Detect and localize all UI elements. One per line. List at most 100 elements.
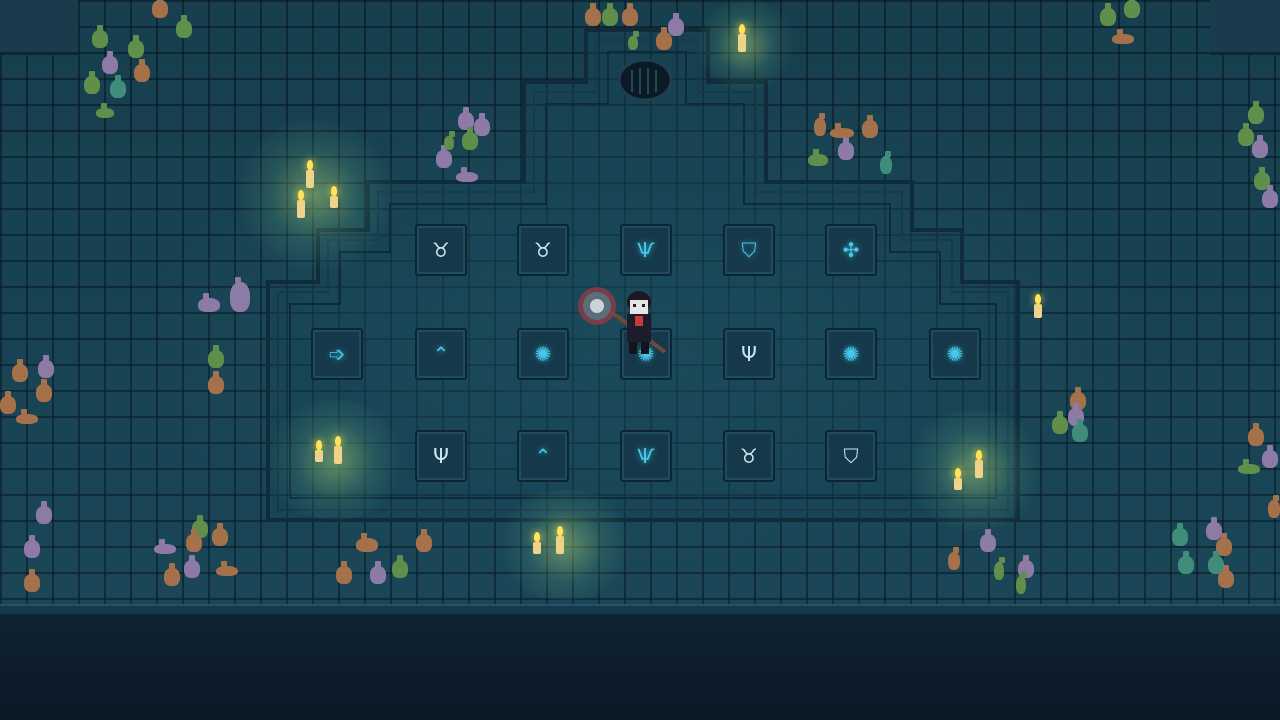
pot-icon[interactable] — [1124, 0, 1140, 18]
pot-icon[interactable] — [656, 27, 672, 50]
vampire-hero-icon[interactable] — [575, 282, 670, 362]
rune-tile[interactable]: ♉ — [415, 224, 467, 276]
trident-rune-icon: Ψ — [433, 444, 449, 468]
pot-icon[interactable] — [24, 535, 40, 558]
ox-skull-rune-icon: ♉ — [740, 444, 758, 468]
pot-icon[interactable] — [1268, 495, 1280, 518]
pot-icon[interactable] — [38, 355, 54, 378]
pot-icon[interactable] — [628, 31, 639, 50]
pot-icon[interactable] — [134, 59, 150, 82]
pot-icon[interactable] — [808, 149, 828, 166]
pot-icon[interactable] — [154, 539, 176, 554]
pot-icon[interactable] — [1248, 101, 1264, 124]
pot-icon[interactable] — [1072, 419, 1088, 442]
rune-tile[interactable]: ✺ — [929, 328, 981, 380]
pot-icon[interactable] — [1112, 29, 1134, 44]
rune-tile[interactable]: Ψ — [415, 430, 467, 482]
rune-tile[interactable]: ♉ — [723, 430, 775, 482]
sun-rune-icon: ✺ — [534, 342, 552, 366]
pot-icon[interactable] — [814, 113, 826, 136]
pot-icon[interactable] — [1016, 571, 1027, 594]
pot-icon[interactable] — [668, 13, 684, 36]
pot-icon[interactable] — [356, 533, 378, 552]
rune-tile[interactable]: ➩ — [311, 328, 363, 380]
pot-icon[interactable] — [436, 145, 452, 168]
pot-icon[interactable] — [184, 555, 200, 578]
pot-icon[interactable] — [1252, 135, 1268, 158]
pot-icon[interactable] — [12, 359, 28, 382]
rune-tile[interactable]: Ψ — [723, 328, 775, 380]
pot-icon[interactable] — [0, 391, 16, 414]
rune-tile[interactable]: ⌃ — [415, 328, 467, 380]
pot-icon[interactable] — [1100, 3, 1116, 26]
pot-icon[interactable] — [336, 561, 352, 584]
pot-icon[interactable] — [92, 25, 108, 48]
candle-icon — [556, 526, 564, 554]
pot-icon[interactable] — [176, 15, 192, 38]
pot-icon[interactable] — [230, 277, 250, 312]
pot-icon[interactable] — [880, 151, 892, 174]
pot-icon[interactable] — [948, 547, 960, 570]
pot-icon[interactable] — [84, 71, 100, 94]
pot-icon[interactable] — [110, 75, 126, 98]
pot-icon[interactable] — [474, 113, 490, 136]
pot-icon[interactable] — [980, 529, 996, 552]
pot-icon[interactable] — [212, 523, 228, 546]
rune-tile[interactable]: ⛉ — [825, 430, 877, 482]
rune-tile[interactable]: ♉ — [517, 224, 569, 276]
pot-icon[interactable] — [36, 379, 52, 402]
pot-icon[interactable] — [216, 561, 238, 576]
pot-icon[interactable] — [994, 557, 1005, 580]
pot-icon[interactable] — [1248, 423, 1264, 446]
rune-tile[interactable]: ⌃ — [517, 430, 569, 482]
pot-icon[interactable] — [838, 137, 854, 160]
pot-icon[interactable] — [128, 35, 144, 58]
pot-icon[interactable] — [1218, 565, 1234, 588]
pot-icon[interactable] — [16, 409, 38, 424]
pot-icon[interactable] — [585, 3, 601, 26]
pot-icon[interactable] — [102, 51, 118, 74]
arrow-right-rune-icon: ➩ — [328, 342, 346, 366]
game-viewport[interactable]: ♉ ♉ Ѱ ⛉ ✣ ➩ ⌃ ✺ ✺ Ψ ✺ ✺ Ψ ⌃ Ѱ ♉ ⛉ — [0, 0, 1280, 720]
pot-icon[interactable] — [96, 103, 114, 118]
pot-icon[interactable] — [1238, 459, 1260, 474]
pot-icon[interactable] — [1262, 445, 1278, 468]
ox-skull-rune-icon: ♉ — [534, 238, 552, 262]
pot-icon[interactable] — [186, 529, 202, 552]
rune-tile[interactable]: ✺ — [825, 328, 877, 380]
candle-icon — [334, 436, 342, 464]
pot-icon[interactable] — [36, 501, 52, 524]
rune-tile[interactable]: Ѱ — [620, 430, 672, 482]
pot-icon[interactable] — [198, 293, 220, 312]
pot-icon[interactable] — [1172, 523, 1188, 546]
pot-icon[interactable] — [24, 569, 40, 592]
pot-icon[interactable] — [1262, 185, 1278, 208]
tree-rune-icon: ✣ — [842, 238, 860, 262]
pot-icon[interactable] — [444, 131, 455, 150]
pot-icon[interactable] — [208, 345, 224, 368]
pot-icon[interactable] — [392, 555, 408, 578]
rune-tile[interactable]: ⛉ — [723, 224, 775, 276]
pot-icon[interactable] — [862, 115, 878, 138]
ox-skull-rune-icon: ♉ — [432, 238, 450, 262]
pot-icon[interactable] — [462, 127, 478, 150]
pot-icon[interactable] — [416, 529, 432, 552]
pot-icon[interactable] — [602, 3, 618, 26]
pot-icon[interactable] — [164, 563, 180, 586]
pot-icon[interactable] — [622, 3, 638, 26]
branch-rune-icon: Ѱ — [637, 238, 655, 262]
floor-drain — [617, 58, 673, 102]
pot-icon[interactable] — [456, 167, 478, 182]
pot-icon[interactable] — [152, 0, 168, 18]
pot-icon[interactable] — [1206, 517, 1222, 540]
pot-icon[interactable] — [208, 371, 224, 394]
pot-icon[interactable] — [830, 123, 854, 138]
sun-rune-icon: ✺ — [842, 342, 860, 366]
rune-tile[interactable]: Ѱ — [620, 224, 672, 276]
pot-icon[interactable] — [1238, 123, 1254, 146]
pot-icon[interactable] — [1052, 411, 1068, 434]
pot-icon[interactable] — [1178, 551, 1194, 574]
rune-tile[interactable]: ✺ — [517, 328, 569, 380]
pot-icon[interactable] — [370, 561, 386, 584]
rune-tile[interactable]: ✣ — [825, 224, 877, 276]
